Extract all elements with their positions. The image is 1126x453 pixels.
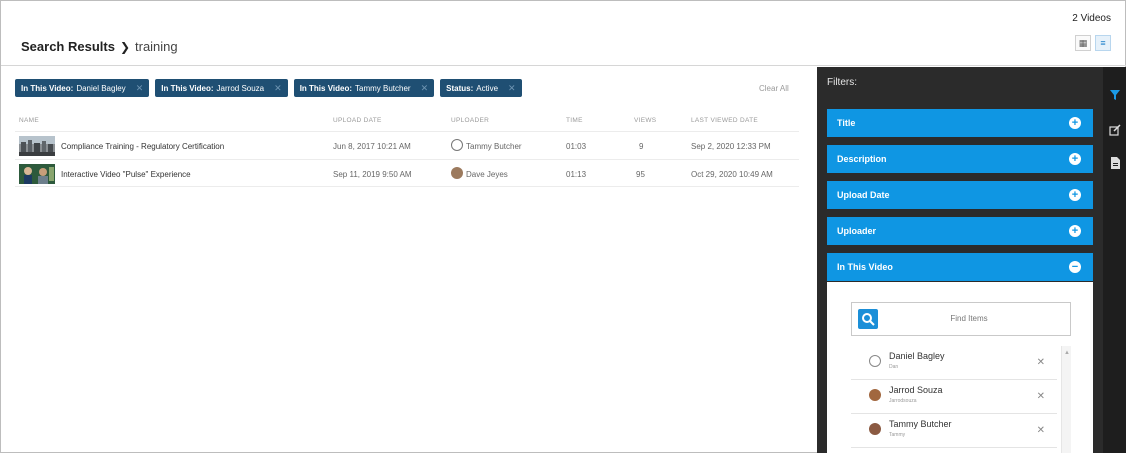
people-list: Daniel Bagley Dan ✕ Jarrod Souza Jarrods… (851, 346, 1057, 453)
user-avatar-icon (451, 139, 463, 151)
chevron-right-icon: ❯ (119, 39, 130, 54)
last-viewed-date: Sep 2, 2020 12:33 PM (691, 142, 771, 151)
view-count: 95 (636, 170, 645, 179)
remove-chip-icon[interactable]: ✕ (274, 83, 282, 94)
find-items-placeholder: Find Items (950, 314, 988, 323)
list-item[interactable]: Daniel Bagley Dan ✕ (851, 346, 1057, 380)
breadcrumb: Search Results ❯ training (21, 39, 178, 54)
chip-value: Daniel Bagley (76, 83, 126, 93)
filter-chip[interactable]: In This Video: Jarrod Souza ✕ (155, 79, 288, 97)
filter-section-in-this-video[interactable]: In This Video − (827, 253, 1093, 281)
avatar (869, 389, 881, 401)
filter-section-label: Upload Date (837, 190, 890, 200)
filter-section-uploader[interactable]: Uploader + (827, 217, 1093, 245)
remove-icon[interactable]: ✕ (1037, 425, 1045, 436)
user-avatar-icon (869, 355, 881, 367)
list-icon: ≡ (1100, 38, 1106, 48)
column-header-last-viewed[interactable]: LAST VIEWED DATE (691, 117, 758, 124)
filter-section-description[interactable]: Description + (827, 145, 1093, 173)
video-time: 01:03 (566, 142, 587, 151)
chip-key: In This Video: (161, 83, 214, 93)
chip-key: In This Video: (21, 83, 74, 93)
column-header-views[interactable]: VIEWS (634, 117, 656, 124)
plus-circle-icon[interactable]: + (1069, 153, 1081, 165)
filter-chip[interactable]: In This Video: Daniel Bagley ✕ (15, 79, 150, 97)
person-username: Dan (889, 364, 899, 370)
list-scrollbar[interactable]: ▲ (1061, 346, 1071, 453)
view-toggles: ▦ ≡ (1075, 35, 1111, 51)
person-name: Jarrod Souza (889, 385, 943, 395)
uploader-name: Dave Jeyes (466, 170, 508, 179)
find-items-input[interactable]: Find Items (851, 302, 1071, 336)
list-item[interactable]: Jarrod Souza Jarrodsouza ✕ (851, 380, 1057, 414)
avatar (869, 423, 881, 435)
document-icon[interactable] (1109, 157, 1121, 169)
filter-chip[interactable]: Status: Active ✕ (440, 79, 522, 97)
video-name[interactable]: Interactive Video "Pulse" Experience (61, 170, 191, 179)
plus-circle-icon[interactable]: + (1069, 189, 1081, 201)
column-header-name[interactable]: NAME (19, 117, 39, 124)
minus-circle-icon[interactable]: − (1069, 261, 1081, 273)
remove-icon[interactable]: ✕ (1037, 391, 1045, 402)
in-this-video-body: Find Items Daniel Bagley Dan ✕ Jarrod So… (827, 282, 1093, 453)
video-time: 01:13 (566, 170, 587, 179)
scroll-up-icon[interactable]: ▲ (1064, 350, 1070, 356)
video-count: 2 Videos (1072, 13, 1111, 24)
filter-section-upload-date[interactable]: Upload Date + (827, 181, 1093, 209)
plus-circle-icon[interactable]: + (1069, 117, 1081, 129)
search-term: training (135, 39, 178, 54)
upload-date: Sep 11, 2019 9:50 AM (333, 170, 412, 179)
filters-panel: Filters: Title + Description + Upload Da… (817, 67, 1103, 453)
chip-key: In This Video: (299, 83, 352, 93)
person-name: Tammy Butcher (889, 419, 952, 429)
header-divider (1, 65, 1126, 66)
filter-section-label: Uploader (837, 226, 877, 236)
grid-view-button[interactable]: ▦ (1075, 35, 1091, 51)
grid-icon: ▦ (1078, 37, 1088, 48)
remove-icon[interactable]: ✕ (1037, 357, 1045, 368)
app-window: 2 Videos ▦ ≡ Search Results ❯ training I… (0, 0, 1126, 453)
chip-value: Active (476, 83, 499, 93)
chip-value: Tammy Butcher (355, 83, 411, 93)
filter-icon[interactable] (1109, 89, 1121, 101)
remove-chip-icon[interactable]: ✕ (136, 83, 144, 94)
video-thumbnail (19, 164, 55, 184)
filter-section-label: Description (837, 154, 887, 164)
side-icon-rail (1103, 67, 1126, 453)
chip-value: Jarrod Souza (216, 83, 265, 93)
list-view-button[interactable]: ≡ (1095, 35, 1111, 51)
chip-key: Status: (446, 83, 474, 93)
filter-chip[interactable]: In This Video: Tammy Butcher ✕ (293, 79, 435, 97)
clear-all-link[interactable]: Clear All (759, 84, 789, 93)
column-header-time[interactable]: TIME (566, 117, 583, 124)
column-header-upload-date[interactable]: UPLOAD DATE (333, 117, 382, 124)
user-avatar-icon (451, 167, 463, 179)
upload-date: Jun 8, 2017 10:21 AM (333, 142, 411, 151)
person-username: Tammy (889, 432, 906, 438)
last-viewed-date: Oct 29, 2020 10:49 AM (691, 170, 773, 179)
edit-icon[interactable] (1109, 124, 1121, 136)
person-name: Daniel Bagley (889, 351, 945, 361)
column-header-uploader[interactable]: UPLOADER (451, 117, 489, 124)
filters-title: Filters: (827, 77, 857, 88)
table-row[interactable]: Interactive Video "Pulse" Experience Sep… (15, 159, 799, 187)
filter-section-label: Title (837, 118, 856, 128)
table-header: NAME UPLOAD DATE UPLOADER TIME VIEWS LAS… (15, 115, 799, 129)
list-item[interactable]: Tammy Butcher Tammy ✕ (851, 414, 1057, 448)
page-title: Search Results (21, 39, 115, 54)
video-thumbnail (19, 136, 55, 156)
plus-circle-icon[interactable]: + (1069, 225, 1081, 237)
video-name[interactable]: Compliance Training - Regulatory Certifi… (61, 142, 224, 151)
view-count: 9 (639, 142, 644, 151)
uploader-name: Tammy Butcher (466, 142, 522, 151)
remove-chip-icon[interactable]: ✕ (421, 83, 429, 94)
active-filter-chips: In This Video: Daniel Bagley ✕ In This V… (15, 79, 522, 97)
filter-section-label: In This Video (837, 262, 893, 272)
filter-section-title[interactable]: Title + (827, 109, 1093, 137)
person-username: Jarrodsouza (889, 398, 917, 404)
remove-chip-icon[interactable]: ✕ (508, 83, 516, 94)
table-row[interactable]: Compliance Training - Regulatory Certifi… (15, 131, 799, 159)
